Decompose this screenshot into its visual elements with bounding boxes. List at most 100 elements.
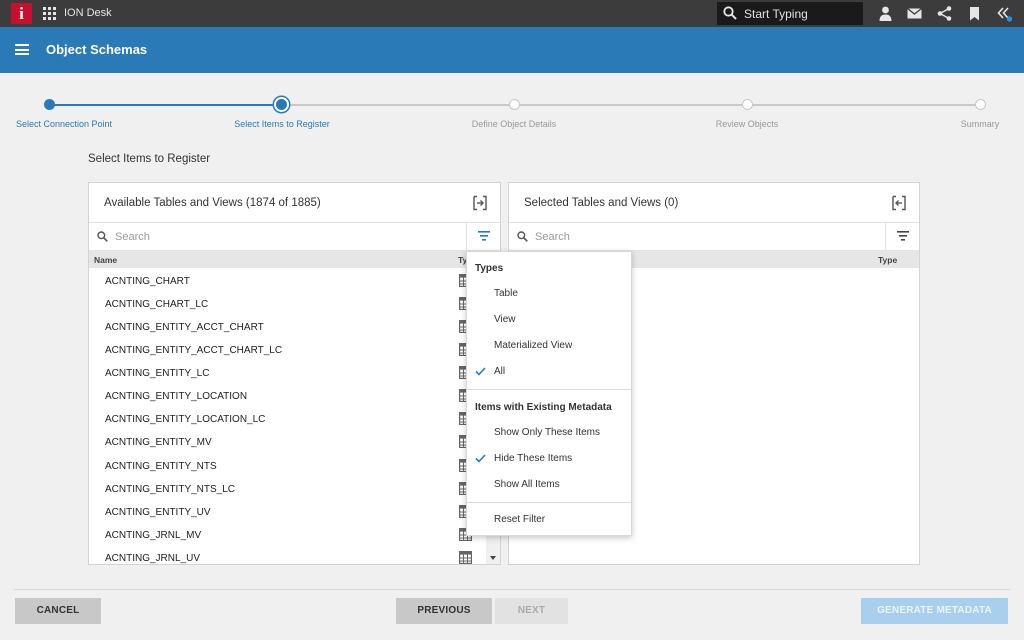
available-column-header: Name Ty	[89, 251, 500, 268]
stepper-remaining-line	[282, 104, 980, 106]
filter-option-label: View	[494, 314, 516, 325]
top-bar: i ION Desk Start Typing	[0, 0, 1024, 27]
user-icon[interactable]	[877, 5, 894, 22]
filter-icon	[478, 231, 490, 241]
filter-option-label: Table	[494, 288, 518, 299]
app-name: ION Desk	[64, 7, 112, 19]
step-dot-summary	[975, 99, 986, 110]
move-all-right-icon[interactable]	[472, 195, 488, 211]
section-title: Select Items to Register	[88, 153, 211, 165]
table-row[interactable]: ACNTING_ENTITY_LC	[89, 362, 486, 385]
step-label-select-items[interactable]: Select Items to Register	[234, 119, 330, 129]
step-label-review-objects: Review Objects	[715, 119, 779, 129]
cancel-button[interactable]: CANCEL	[15, 598, 101, 624]
step-dot-select-connection-point[interactable]	[44, 99, 55, 110]
bookmark-icon[interactable]	[966, 5, 983, 22]
step-label-define-object-details: Define Object Details	[471, 119, 557, 129]
filter-option-label: Show All Items	[494, 479, 560, 490]
share-icon[interactable]	[936, 5, 953, 22]
available-tables-panel: Available Tables and Views (1874 of 1885…	[88, 182, 501, 565]
notification-dot	[1006, 16, 1012, 22]
column-type[interactable]: Type	[878, 255, 897, 265]
filter-option-view[interactable]: View	[467, 309, 631, 331]
search-icon	[97, 231, 108, 242]
next-button[interactable]: NEXT	[495, 598, 568, 624]
available-search-input[interactable]: Search	[89, 223, 500, 251]
menu-divider	[467, 502, 631, 503]
hamburger-menu-icon[interactable]	[15, 44, 29, 55]
table-row[interactable]: ACNTING_JRNL_UV	[89, 547, 486, 564]
selected-search-placeholder: Search	[535, 231, 570, 243]
page-title: Object Schemas	[46, 42, 148, 57]
table-row[interactable]: ACNTING_JRNL_MV	[89, 524, 486, 547]
filter-option-show-only[interactable]: Show Only These Items	[467, 422, 631, 444]
available-search-placeholder: Search	[115, 231, 150, 243]
footer-divider	[14, 589, 1010, 590]
menu-divider	[467, 389, 631, 390]
metadata-heading: Items with Existing Metadata	[475, 402, 612, 413]
move-all-left-icon[interactable]	[891, 195, 907, 211]
row-name: ACNTING_CHART_LC	[105, 299, 209, 310]
table-row[interactable]: ACNTING_ENTITY_MV	[89, 431, 486, 454]
search-icon	[517, 231, 528, 242]
table-row[interactable]: ACNTING_ENTITY_ACCT_CHART	[89, 316, 486, 339]
scroll-down-arrow-icon[interactable]	[490, 556, 496, 560]
filter-option-label: Materialized View	[494, 340, 573, 351]
row-name: ACNTING_JRNL_UV	[105, 553, 201, 564]
checkmark-icon	[475, 454, 486, 463]
filter-option-hide[interactable]: Hide These Items	[467, 448, 631, 470]
row-name: ACNTING_ENTITY_NTS	[105, 461, 217, 472]
available-filter-button[interactable]	[466, 223, 500, 250]
filter-option-label: Hide These Items	[494, 453, 573, 464]
step-dot-select-items[interactable]	[274, 97, 289, 112]
collapse-icon[interactable]	[995, 5, 1012, 22]
row-name: ACNTING_CHART	[105, 276, 190, 287]
search-icon	[723, 6, 737, 20]
table-type-icon	[459, 551, 472, 564]
reset-filter-option[interactable]: Reset Filter	[467, 509, 631, 531]
selected-panel-title: Selected Tables and Views (0)	[524, 197, 679, 209]
row-name: ACNTING_JRNL_MV	[105, 530, 202, 541]
filter-option-all[interactable]: All	[467, 361, 631, 383]
filter-option-materialized-view[interactable]: Materialized View	[467, 335, 631, 357]
selected-filter-button[interactable]	[885, 223, 919, 250]
row-name: ACNTING_ENTITY_LOCATION_LC	[105, 414, 266, 425]
table-row[interactable]: ACNTING_CHART	[89, 270, 486, 293]
table-row[interactable]: ACNTING_ENTITY_LOCATION	[89, 385, 486, 408]
filter-option-show-all[interactable]: Show All Items	[467, 474, 631, 496]
step-dot-review-objects	[742, 99, 753, 110]
generate-metadata-button[interactable]: GENERATE METADATA	[861, 598, 1008, 624]
filter-icon	[897, 231, 909, 241]
table-row[interactable]: ACNTING_CHART_LC	[89, 293, 486, 316]
row-name: ACNTING_ENTITY_NTS_LC	[105, 484, 236, 495]
stepper-progress-line	[49, 104, 282, 106]
filter-dropdown-menu: Types Table View Materialized View All I…	[466, 251, 632, 536]
app-launcher-icon[interactable]	[43, 7, 56, 20]
step-label-select-connection-point[interactable]: Select Connection Point	[16, 119, 112, 129]
row-name: ACNTING_ENTITY_LOCATION	[105, 391, 248, 402]
row-name: ACNTING_ENTITY_ACCT_CHART_LC	[105, 345, 283, 356]
page-header: Object Schemas	[0, 27, 1024, 73]
reset-filter-label: Reset Filter	[494, 514, 546, 525]
selected-search-input[interactable]: Search	[509, 223, 919, 251]
global-search-input[interactable]: Start Typing	[717, 2, 863, 25]
mail-icon[interactable]	[906, 5, 923, 22]
ion-logo[interactable]: i	[11, 3, 32, 24]
step-dot-define-object-details	[509, 99, 520, 110]
table-row[interactable]: ACNTING_ENTITY_ACCT_CHART_LC	[89, 339, 486, 362]
available-panel-title: Available Tables and Views (1874 of 1885…	[104, 197, 321, 209]
selected-panel-header: Selected Tables and Views (0)	[509, 183, 919, 223]
row-name: ACNTING_ENTITY_ACCT_CHART	[105, 322, 264, 333]
table-row[interactable]: ACNTING_ENTITY_NTS_LC	[89, 478, 486, 501]
table-row[interactable]: ACNTING_ENTITY_LOCATION_LC	[89, 408, 486, 431]
table-row[interactable]: ACNTING_ENTITY_UV	[89, 501, 486, 524]
previous-button[interactable]: PREVIOUS	[396, 598, 492, 624]
filter-option-table[interactable]: Table	[467, 283, 631, 305]
column-name[interactable]: Name	[94, 255, 117, 265]
checkmark-icon	[475, 367, 486, 376]
available-panel-header: Available Tables and Views (1874 of 1885…	[89, 183, 500, 223]
table-row[interactable]: ACNTING_ENTITY_NTS	[89, 455, 486, 478]
filter-option-label: Show Only These Items	[494, 427, 600, 438]
filter-option-label: All	[494, 366, 506, 377]
row-name: ACNTING_ENTITY_MV	[105, 437, 212, 448]
